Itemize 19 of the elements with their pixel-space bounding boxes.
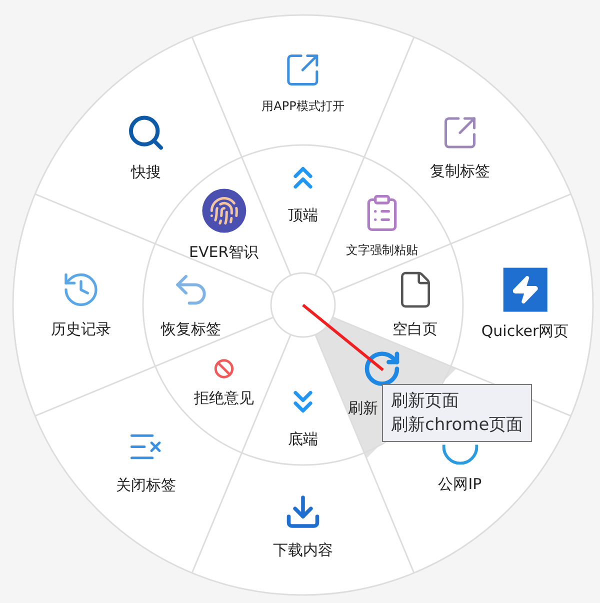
menu-item[interactable]: 历史记录 bbox=[51, 270, 111, 340]
menu-item[interactable]: EVER智识 bbox=[188, 188, 259, 264]
menu-item[interactable]: 恢复标签 bbox=[161, 270, 221, 340]
ban-icon bbox=[214, 358, 234, 379]
menu-item[interactable]: 空白页 bbox=[392, 270, 438, 340]
menu-item[interactable]: 顶端 bbox=[285, 160, 321, 226]
lightning-icon bbox=[503, 268, 547, 312]
menu-item[interactable]: 快搜 bbox=[126, 112, 166, 184]
tooltip-text: 刷新chrome页面 bbox=[391, 414, 524, 437]
menu-item[interactable]: 用APP模式打开 bbox=[262, 51, 344, 115]
menu-item[interactable]: 拒绝意见 bbox=[194, 358, 254, 410]
menu-item[interactable]: 文字强制粘贴 bbox=[346, 192, 418, 259]
menu-item[interactable]: 下载内容 bbox=[273, 492, 333, 562]
menu-item[interactable]: 关闭标签 bbox=[116, 428, 176, 496]
menu-item[interactable]: 复制标签 bbox=[430, 114, 490, 182]
tooltip-text: 刷新页面 bbox=[391, 390, 460, 413]
menu-item[interactable]: 底端 bbox=[285, 384, 321, 450]
menu-item[interactable]: Quicker网页 bbox=[481, 268, 569, 342]
download-icon bbox=[284, 492, 322, 531]
